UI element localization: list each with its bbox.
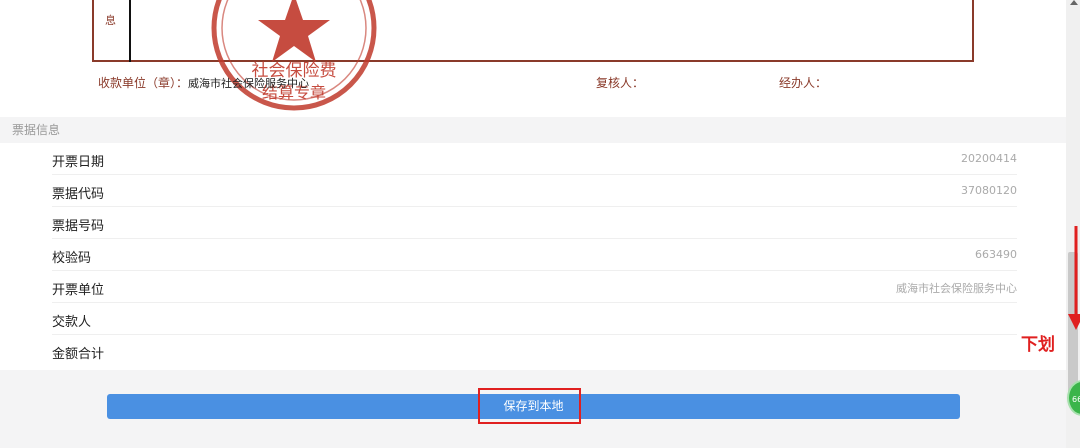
info-row-check-code: 校验码 663490 [52, 239, 1017, 271]
scroll-up-arrow-icon[interactable] [1070, 0, 1078, 5]
info-label: 票据号码 [52, 219, 105, 234]
info-value: 威海市社会保险服务中心 [896, 282, 1017, 295]
receipt-row-label: 息 [105, 14, 116, 27]
handler-label: 经办人： [779, 76, 828, 90]
payee-value: 威海市社会保险服务中心 [188, 77, 310, 90]
info-value: 37080120 [961, 184, 1017, 197]
seal-star-icon [258, 0, 330, 62]
official-seal: 社会保险费 结算专章 [211, 0, 377, 111]
info-label: 开票日期 [52, 155, 105, 170]
section-title: 票据信息 [0, 117, 1066, 143]
info-label: 金额合计 [52, 347, 105, 362]
payee-label: 收款单位（章）： [98, 76, 189, 90]
invoice-info-list: 开票日期 20200414 票据代码 37080120 票据号码 校验码 663… [0, 143, 1066, 370]
info-label: 交款人 [52, 315, 92, 330]
save-to-local-button[interactable]: 保存到本地 [107, 394, 960, 419]
receipt-payee: 收款单位（章）：威海市社会保险服务中心 [98, 74, 309, 91]
info-row-invoice-code: 票据代码 37080120 [52, 175, 1017, 207]
info-row-payer: 交款人 [52, 303, 1017, 335]
receipt-column-divider [129, 0, 131, 62]
info-value: 663490 [975, 248, 1017, 261]
annotation-down-arrow-icon [1068, 226, 1080, 330]
reviewer-label: 复核人： [596, 76, 645, 90]
info-label: 校验码 [52, 251, 92, 266]
info-row-issue-date: 开票日期 20200414 [52, 143, 1017, 175]
info-label: 票据代码 [52, 187, 105, 202]
annotation-text: 下划 [1021, 335, 1055, 355]
info-row-invoice-number: 票据号码 [52, 207, 1017, 239]
info-row-issuer: 开票单位 威海市社会保险服务中心 [52, 271, 1017, 303]
info-value: 20200414 [961, 152, 1017, 165]
info-label: 开票单位 [52, 283, 105, 298]
info-row-total-amount: 金额合计 [52, 335, 1017, 367]
receipt-image: 息 社会保险费 结算专章 收款单位（章）：威海市社会保险服务中心 复核人： 经办… [0, 0, 1066, 117]
